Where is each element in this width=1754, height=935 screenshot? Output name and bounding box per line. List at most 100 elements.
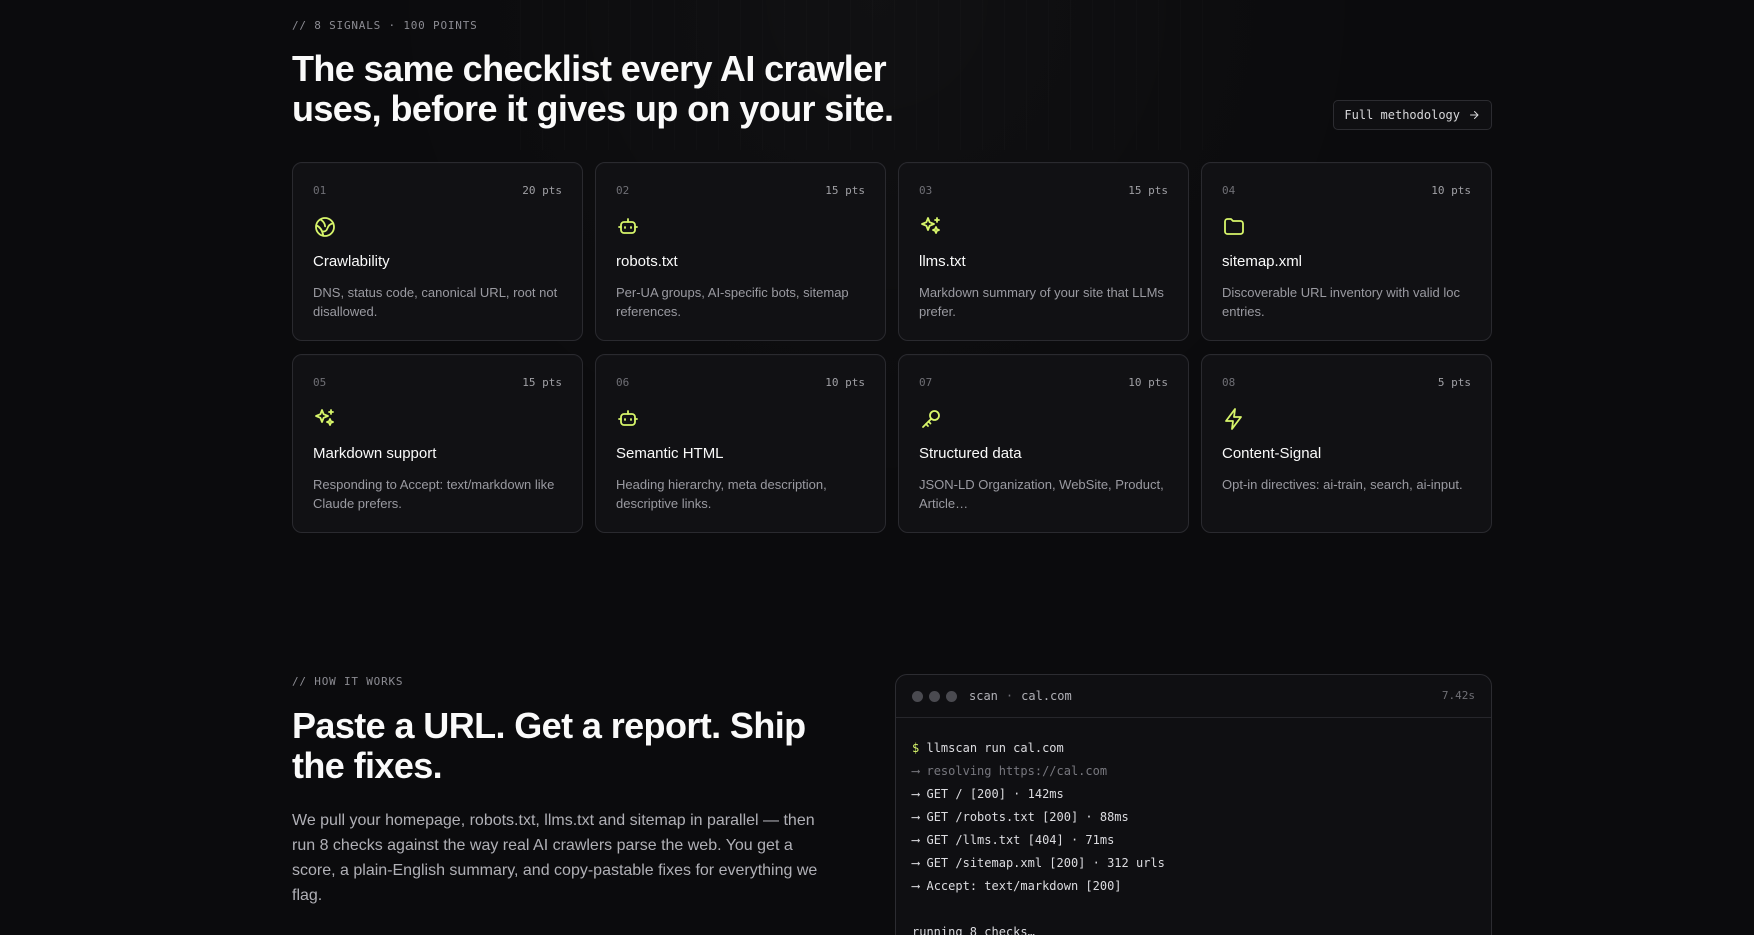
card-title: Semantic HTML xyxy=(616,445,724,462)
output-arrow: ⟶ xyxy=(912,764,920,778)
how-eyebrow: // HOW IT WORKS xyxy=(292,675,404,688)
card-meta: 06 10 pts xyxy=(616,375,865,389)
card-title: Markdown support xyxy=(313,445,437,462)
command-text: llmscan run cal.com xyxy=(926,741,1064,755)
card-title: Content-Signal xyxy=(1222,445,1322,462)
terminal-separator: · xyxy=(1005,689,1014,703)
scan-terminal: scan · cal.com 7.42s $ llmscan run cal.c… xyxy=(895,674,1492,935)
signal-card-structured-data: 07 10 pts Structured data JSON-LD Organi… xyxy=(898,354,1189,533)
card-meta: 03 15 pts xyxy=(919,183,1168,197)
card-title: Structured data xyxy=(919,445,1022,462)
terminal-spacer xyxy=(912,898,1475,921)
card-meta: 05 15 pts xyxy=(313,375,562,389)
card-points: 10 pts xyxy=(1431,183,1471,197)
card-number: 01 xyxy=(313,183,327,197)
output-text: GET /robots.txt [200] · 88ms xyxy=(926,810,1129,824)
full-methodology-button[interactable]: Full methodology xyxy=(1333,100,1492,130)
card-description: Markdown summary of your site that LLMs … xyxy=(919,285,1164,319)
card-meta: 04 10 pts xyxy=(1222,183,1471,197)
output-line: ⟶ GET /robots.txt [200] · 88ms xyxy=(912,806,1475,829)
window-dot xyxy=(946,690,957,702)
how-heading: Paste a URL. Get a report. Ship the fixe… xyxy=(292,705,806,786)
signal-card-semantic-html: 06 10 pts Semantic HTML Heading hierarch… xyxy=(595,354,886,533)
signal-card-robots-txt: 02 15 pts robots.txt Per-UA groups, AI-s… xyxy=(595,162,886,341)
card-description: DNS, status code, canonical URL, root no… xyxy=(313,285,558,319)
bot-icon xyxy=(616,407,640,431)
output-text: GET / [200] · 142ms xyxy=(926,787,1064,801)
output-arrow: ⟶ xyxy=(912,879,920,893)
output-text: GET /sitemap.xml [200] · 312 urls xyxy=(926,856,1165,870)
folder-icon xyxy=(1222,215,1246,239)
signal-card-crawlability: 01 20 pts Crawlability DNS, status code,… xyxy=(292,162,583,341)
landing-page: // 8 SIGNALS · 100 POINTS The same check… xyxy=(0,0,1754,935)
output-line: ⟶ Accept: text/markdown [200] xyxy=(912,875,1475,898)
output-text: Accept: text/markdown [200] xyxy=(926,879,1122,893)
card-description: Discoverable URL inventory with valid lo… xyxy=(1222,285,1460,319)
zap-icon xyxy=(1222,407,1246,431)
card-number: 08 xyxy=(1222,375,1236,389)
full-methodology-label: Full methodology xyxy=(1344,108,1460,122)
prompt-symbol: $ xyxy=(912,741,920,755)
running-status: running 8 checks… xyxy=(912,925,1035,935)
card-number: 03 xyxy=(919,183,933,197)
signal-card-markdown-support: 05 15 pts Markdown support Responding to… xyxy=(292,354,583,533)
terminal-output: $ llmscan run cal.com ⟶ resolving https:… xyxy=(896,718,1491,935)
output-line: ⟶ GET /sitemap.xml [200] · 312 urls xyxy=(912,852,1475,875)
scan-duration: 7.42s xyxy=(1441,689,1475,702)
card-title: sitemap.xml xyxy=(1222,253,1303,270)
card-points: 15 pts xyxy=(825,183,865,197)
card-number: 05 xyxy=(313,375,327,389)
signals-heading: The same checklist every AI crawler uses… xyxy=(292,48,894,129)
card-description: Heading hierarchy, meta description, des… xyxy=(616,477,827,511)
sparkles-icon xyxy=(919,215,943,239)
card-number: 02 xyxy=(616,183,630,197)
card-description: Opt-in directives: ai-train, search, ai-… xyxy=(1222,477,1463,492)
card-points: 15 pts xyxy=(1128,183,1168,197)
card-title: llms.txt xyxy=(919,253,966,270)
terminal-label: scan xyxy=(969,689,998,703)
signals-card-grid: 01 20 pts Crawlability DNS, status code,… xyxy=(292,162,1492,533)
how-description: We pull your homepage, robots.txt, llms.… xyxy=(292,812,818,904)
card-number: 06 xyxy=(616,375,630,389)
card-title: Crawlability xyxy=(313,253,390,270)
output-line: ⟶ resolving https://cal.com xyxy=(912,760,1475,783)
output-text: GET /llms.txt [404] · 71ms xyxy=(926,833,1115,847)
card-meta: 01 20 pts xyxy=(313,183,562,197)
card-description: Per-UA groups, AI-specific bots, sitemap… xyxy=(616,285,849,319)
signal-card-sitemap-xml: 04 10 pts sitemap.xml Discoverable URL i… xyxy=(1201,162,1492,341)
card-points: 20 pts xyxy=(522,183,562,197)
globe-icon xyxy=(313,215,337,239)
output-arrow: ⟶ xyxy=(912,810,920,824)
card-points: 5 pts xyxy=(1437,375,1471,389)
terminal-header: scan · cal.com 7.42s xyxy=(896,675,1491,718)
signals-eyebrow: // 8 SIGNALS · 100 POINTS xyxy=(292,19,478,32)
output-arrow: ⟶ xyxy=(912,787,920,801)
content-container: // 8 SIGNALS · 100 POINTS The same check… xyxy=(292,0,1492,935)
card-number: 04 xyxy=(1222,183,1236,197)
window-controls xyxy=(912,690,957,702)
window-dot xyxy=(912,690,923,702)
key-icon xyxy=(919,407,943,431)
card-meta: 02 15 pts xyxy=(616,183,865,197)
card-meta: 08 5 pts xyxy=(1222,375,1471,389)
output-arrow: ⟶ xyxy=(912,833,920,847)
terminal-domain: cal.com xyxy=(1021,689,1072,703)
card-number: 07 xyxy=(919,375,933,389)
arrow-right-icon xyxy=(1468,109,1480,121)
output-arrow: ⟶ xyxy=(912,856,920,870)
card-points: 10 pts xyxy=(1128,375,1168,389)
command-line: $ llmscan run cal.com xyxy=(912,737,1475,760)
output-text: resolving https://cal.com xyxy=(926,764,1108,778)
card-title: robots.txt xyxy=(616,253,678,270)
card-points: 15 pts xyxy=(522,375,562,389)
card-description: Responding to Accept: text/markdown like… xyxy=(313,477,555,511)
sparkles-icon xyxy=(313,407,337,431)
card-description: JSON-LD Organization, WebSite, Product, … xyxy=(919,477,1164,511)
signal-card-content-signal: 08 5 pts Content-Signal Opt-in directive… xyxy=(1201,354,1492,533)
card-meta: 07 10 pts xyxy=(919,375,1168,389)
card-points: 10 pts xyxy=(825,375,865,389)
window-dot xyxy=(929,690,940,702)
signal-card-llms-txt: 03 15 pts llms.txt Markdown summary of y… xyxy=(898,162,1189,341)
output-line: ⟶ GET /llms.txt [404] · 71ms xyxy=(912,829,1475,852)
bot-icon xyxy=(616,215,640,239)
